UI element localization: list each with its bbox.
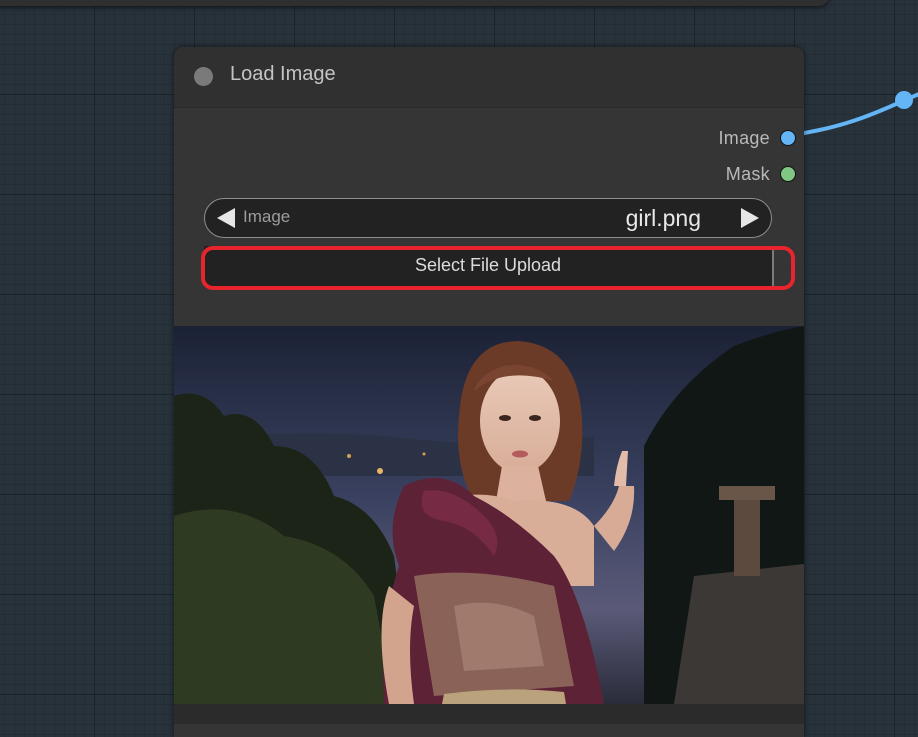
select-file-upload-button[interactable]: Select File Upload [204, 246, 774, 286]
output-image-slot[interactable] [780, 130, 796, 146]
image-preview [174, 326, 804, 704]
output-mask[interactable]: Mask [726, 163, 796, 185]
combo-label: Image [243, 207, 291, 226]
preview-photo [174, 326, 804, 704]
arrow-left-icon[interactable] [217, 208, 235, 228]
node-header[interactable]: Load Image [174, 47, 804, 108]
node-collapse-dot[interactable] [194, 67, 213, 86]
node-bottom-bar [174, 704, 804, 724]
image-combo-widget[interactable]: Image girl.png [204, 198, 772, 238]
output-image[interactable]: Image [718, 127, 796, 149]
node-title: Load Image [230, 63, 336, 85]
arrow-right-icon[interactable] [741, 208, 759, 228]
link-endpoint[interactable] [895, 91, 913, 109]
output-mask-slot[interactable] [780, 166, 796, 182]
previous-node-edge [0, 0, 830, 6]
combo-value: girl.png [625, 205, 701, 231]
output-image-label: Image [718, 127, 770, 148]
output-mask-label: Mask [725, 163, 770, 184]
load-image-node[interactable]: Load Image Image Mask Image girl.png Sel… [174, 47, 804, 737]
